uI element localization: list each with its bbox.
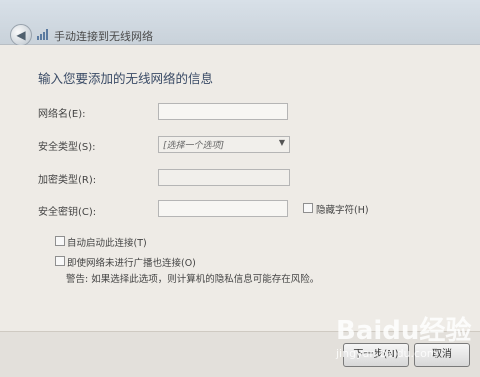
hide-characters-checkbox[interactable]: [303, 203, 313, 213]
network-name-label: 网络名(E):: [38, 109, 86, 120]
connect-not-broadcasting-label: 即使网络未进行广播也连接(O): [67, 258, 196, 269]
hide-characters-label: 隐藏字符(H): [316, 205, 369, 216]
baidu-watermark: Baidu经验 jingyan.baidu.com: [336, 310, 471, 360]
security-key-input[interactable]: [158, 200, 288, 217]
watermark-sub: jingyan.baidu.com: [336, 347, 438, 360]
auto-connect-checkbox[interactable]: [55, 236, 65, 246]
security-type-value: [选择一个选项]: [163, 141, 225, 151]
network-name-input[interactable]: [158, 103, 288, 120]
security-type-select[interactable]: [选择一个选项] ▼: [158, 136, 290, 153]
chevron-down-icon: ▼: [278, 138, 285, 147]
auto-connect-label: 自动启动此连接(T): [67, 238, 147, 249]
encryption-type-select[interactable]: [158, 169, 290, 186]
page-heading: 输入您要添加的无线网络的信息: [38, 71, 214, 86]
window-title: 手动连接到无线网络: [54, 30, 153, 43]
encryption-type-label: 加密类型(R):: [38, 175, 97, 186]
wifi-icon: [37, 29, 48, 40]
connect-not-broadcasting-checkbox[interactable]: [55, 256, 65, 266]
back-arrow-icon[interactable]: ◀: [10, 24, 32, 46]
security-type-label: 安全类型(S):: [38, 142, 96, 153]
dialog-content: [0, 45, 480, 331]
security-key-label: 安全密钥(C):: [38, 207, 97, 218]
watermark-text: Baidu经验: [336, 316, 472, 346]
warning-text: 警告: 如果选择此选项，则计算机的隐私信息可能存在风险。: [66, 274, 320, 285]
